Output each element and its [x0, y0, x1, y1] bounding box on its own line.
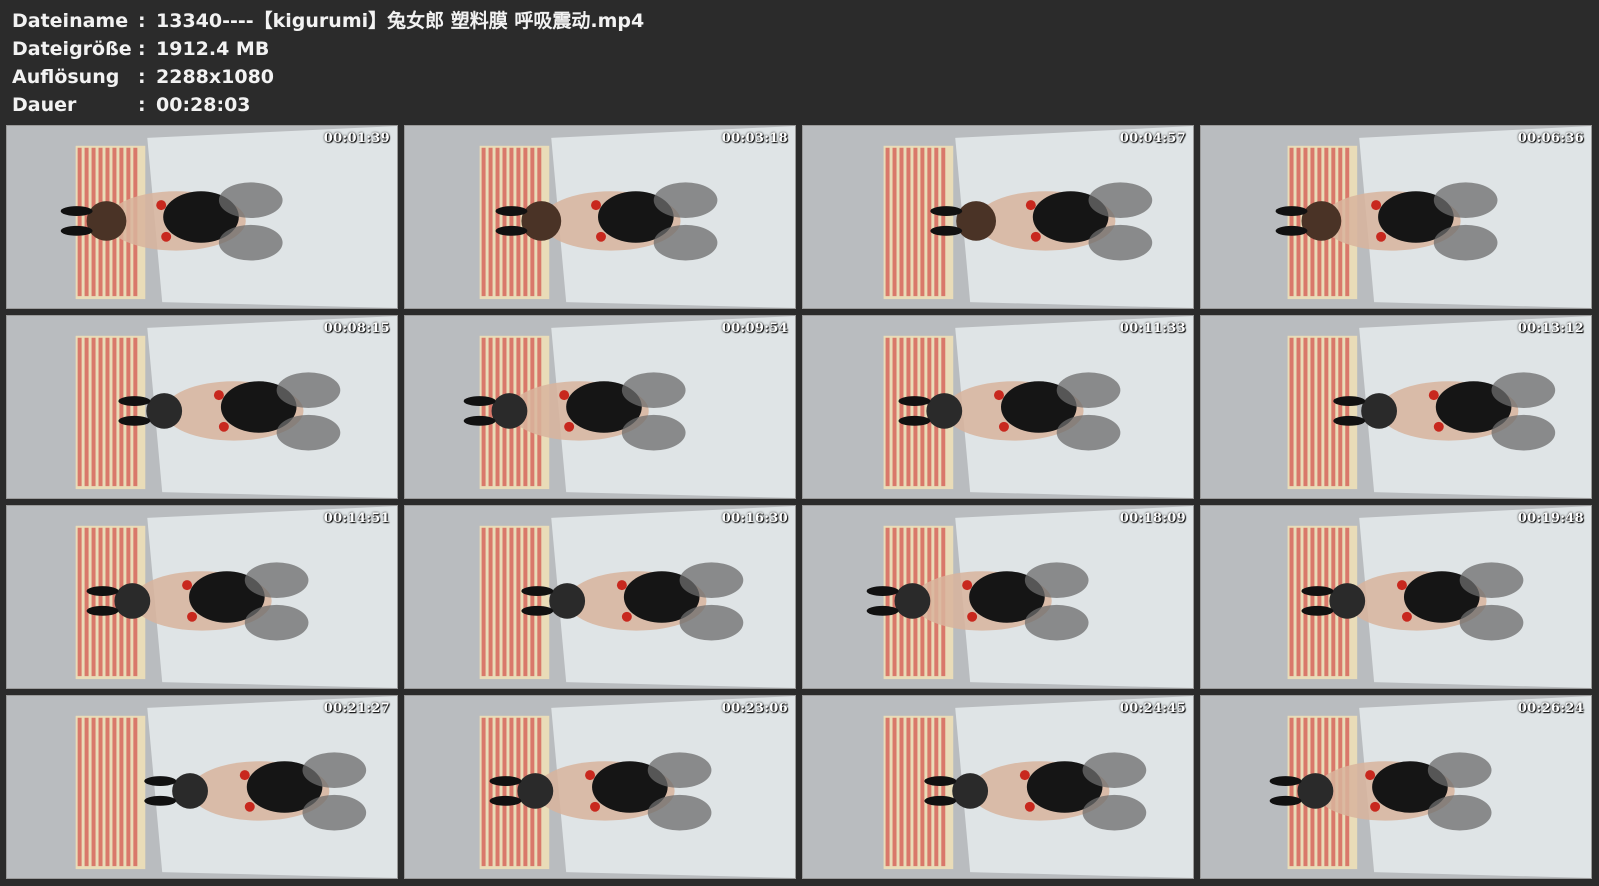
thumbnail-image [1201, 316, 1591, 498]
video-thumbnail[interactable]: 00:18:09 [802, 505, 1194, 689]
thumbnail-timestamp: 00:09:54 [721, 321, 788, 336]
thumbnail-image [7, 126, 397, 308]
info-row-duration: Dauer : 00:28:03 [12, 91, 644, 119]
filesize-value: 1912.4 MB [156, 38, 270, 60]
thumbnail-timestamp: 00:08:15 [323, 321, 390, 336]
filename-separator: : [138, 10, 146, 32]
video-thumbnail[interactable]: 00:11:33 [802, 315, 1194, 499]
thumbnail-timestamp: 00:16:30 [721, 511, 788, 526]
file-info-panel: Dateiname : 13340----【kigurumi】兔女郎 塑料膜 呼… [12, 7, 644, 119]
thumbnail-timestamp: 00:06:36 [1517, 131, 1584, 146]
thumbnail-image [405, 316, 795, 498]
video-thumbnail[interactable]: 00:01:39 [6, 125, 398, 309]
thumbnail-timestamp: 00:13:12 [1517, 321, 1584, 336]
thumbnail-image [405, 696, 795, 878]
thumbnail-timestamp: 00:21:27 [323, 701, 390, 716]
video-thumbnail[interactable]: 00:21:27 [6, 695, 398, 879]
thumbnail-timestamp: 00:04:57 [1119, 131, 1186, 146]
thumbnail-image [803, 696, 1193, 878]
video-thumbnail[interactable]: 00:09:54 [404, 315, 796, 499]
info-row-resolution: Auflösung : 2288x1080 [12, 63, 644, 91]
info-row-filesize: Dateigröße : 1912.4 MB [12, 35, 644, 63]
video-thumbnail[interactable]: 00:06:36 [1200, 125, 1592, 309]
video-thumbnail[interactable]: 00:13:12 [1200, 315, 1592, 499]
thumbnail-image [405, 506, 795, 688]
filesize-separator: : [138, 38, 146, 60]
filesize-label: Dateigröße [12, 38, 132, 60]
video-thumbnail[interactable]: 00:24:45 [802, 695, 1194, 879]
duration-separator: : [138, 94, 146, 116]
video-thumbnail[interactable]: 00:03:18 [404, 125, 796, 309]
video-thumbnail[interactable]: 00:19:48 [1200, 505, 1592, 689]
thumbnail-image [405, 126, 795, 308]
info-row-filename: Dateiname : 13340----【kigurumi】兔女郎 塑料膜 呼… [12, 7, 644, 35]
thumbnail-timestamp: 00:14:51 [323, 511, 390, 526]
thumbnail-timestamp: 00:11:33 [1119, 321, 1186, 336]
thumbnail-grid: 00:01:39 00:03:18 00:04:57 00:06:36 00:08:15… [6, 125, 1596, 882]
duration-label: Dauer [12, 94, 77, 116]
resolution-label: Auflösung [12, 66, 120, 88]
thumbnail-timestamp: 00:01:39 [323, 131, 390, 146]
video-thumbnail[interactable]: 00:23:06 [404, 695, 796, 879]
filename-value: 13340----【kigurumi】兔女郎 塑料膜 呼吸震动.mp4 [156, 10, 645, 32]
video-thumbnail[interactable]: 00:04:57 [802, 125, 1194, 309]
thumbnail-timestamp: 00:19:48 [1517, 511, 1584, 526]
thumbnail-image [1201, 126, 1591, 308]
thumbnail-image [803, 126, 1193, 308]
thumbnail-image [1201, 696, 1591, 878]
thumbnail-image [1201, 506, 1591, 688]
video-thumbnail[interactable]: 00:26:24 [1200, 695, 1592, 879]
resolution-separator: : [138, 66, 146, 88]
thumbnail-timestamp: 00:26:24 [1517, 701, 1584, 716]
thumbnail-image [7, 696, 397, 878]
thumbnail-timestamp: 00:18:09 [1119, 511, 1186, 526]
thumbnail-image [7, 506, 397, 688]
thumbnail-timestamp: 00:24:45 [1119, 701, 1186, 716]
video-thumbnail[interactable]: 00:08:15 [6, 315, 398, 499]
duration-value: 00:28:03 [156, 94, 251, 116]
filename-label: Dateiname [12, 10, 129, 32]
thumbnail-image [7, 316, 397, 498]
thumbnail-image [803, 316, 1193, 498]
thumbnail-timestamp: 00:23:06 [721, 701, 788, 716]
video-thumbnail[interactable]: 00:16:30 [404, 505, 796, 689]
thumbnail-image [803, 506, 1193, 688]
video-thumbnail[interactable]: 00:14:51 [6, 505, 398, 689]
thumbnail-timestamp: 00:03:18 [721, 131, 788, 146]
resolution-value: 2288x1080 [156, 66, 275, 88]
